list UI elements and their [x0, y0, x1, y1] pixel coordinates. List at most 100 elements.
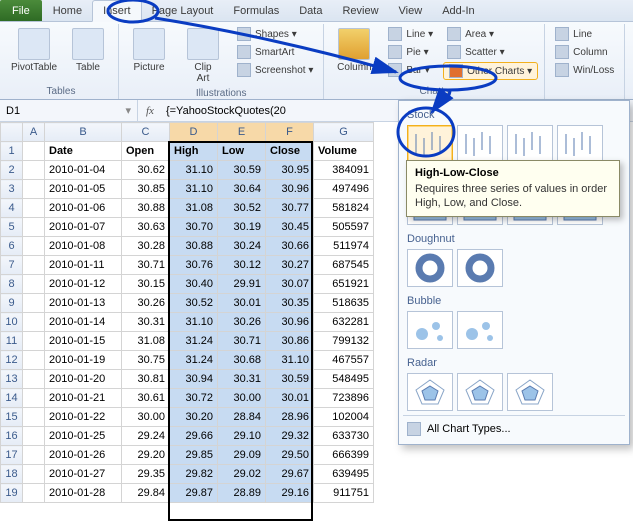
cell[interactable]: 30.52: [218, 199, 266, 218]
cell[interactable]: [23, 142, 45, 161]
cell[interactable]: 2010-01-22: [45, 408, 122, 427]
cell[interactable]: 30.19: [218, 218, 266, 237]
cell[interactable]: 687545: [314, 256, 374, 275]
pivottable-button[interactable]: PivotTable: [10, 26, 58, 75]
clipart-button[interactable]: Clip Art: [179, 26, 227, 86]
cell[interactable]: 30.27: [266, 256, 314, 275]
cell[interactable]: 548495: [314, 370, 374, 389]
cell[interactable]: 30.20: [170, 408, 218, 427]
cell[interactable]: 467557: [314, 351, 374, 370]
cell[interactable]: Open: [122, 142, 170, 161]
row-header[interactable]: 17: [1, 446, 23, 465]
gallery-item-stock-vhlc[interactable]: [507, 125, 553, 163]
cell[interactable]: 30.24: [218, 237, 266, 256]
cell[interactable]: 30.35: [266, 294, 314, 313]
cell[interactable]: 30.96: [266, 313, 314, 332]
cell[interactable]: 30.01: [218, 294, 266, 313]
table-button[interactable]: Table: [64, 26, 112, 75]
cell[interactable]: [23, 427, 45, 446]
cell[interactable]: 30.59: [266, 370, 314, 389]
cell[interactable]: 30.66: [266, 237, 314, 256]
screenshot-button[interactable]: Screenshot ▾: [233, 62, 317, 78]
cell[interactable]: 2010-01-21: [45, 389, 122, 408]
cell[interactable]: 30.71: [122, 256, 170, 275]
cell[interactable]: 29.32: [266, 427, 314, 446]
row-header[interactable]: 7: [1, 256, 23, 275]
cell[interactable]: Date: [45, 142, 122, 161]
row-header[interactable]: 19: [1, 484, 23, 503]
cell[interactable]: 29.09: [218, 446, 266, 465]
cell[interactable]: 30.00: [122, 408, 170, 427]
cell[interactable]: 911751: [314, 484, 374, 503]
tab-insert[interactable]: Insert: [92, 0, 142, 22]
cell[interactable]: 29.50: [266, 446, 314, 465]
cell[interactable]: 30.62: [122, 161, 170, 180]
column-chart-button[interactable]: Column: [330, 26, 378, 75]
cell[interactable]: [23, 370, 45, 389]
row-header[interactable]: 4: [1, 199, 23, 218]
pie-chart-button[interactable]: Pie ▾: [384, 44, 437, 60]
name-box[interactable]: D1 ▾: [0, 100, 138, 121]
cell[interactable]: [23, 389, 45, 408]
tab-data[interactable]: Data: [289, 0, 332, 21]
cell[interactable]: 632281: [314, 313, 374, 332]
cell[interactable]: 30.64: [218, 180, 266, 199]
cell[interactable]: [23, 275, 45, 294]
cell[interactable]: 30.70: [170, 218, 218, 237]
cell[interactable]: 2010-01-11: [45, 256, 122, 275]
cell[interactable]: [23, 294, 45, 313]
picture-button[interactable]: Picture: [125, 26, 173, 75]
tab-file[interactable]: File: [0, 0, 42, 21]
cell[interactable]: [23, 256, 45, 275]
cell[interactable]: 29.67: [266, 465, 314, 484]
cell[interactable]: 30.52: [170, 294, 218, 313]
cell[interactable]: 29.16: [266, 484, 314, 503]
cell[interactable]: 28.96: [266, 408, 314, 427]
cell[interactable]: 30.59: [218, 161, 266, 180]
cell[interactable]: 2010-01-13: [45, 294, 122, 313]
row-header[interactable]: 2: [1, 161, 23, 180]
sparkline-winloss-button[interactable]: Win/Loss: [551, 62, 618, 78]
cell[interactable]: [23, 313, 45, 332]
gallery-item-stock-hlc[interactable]: [407, 125, 453, 163]
cell[interactable]: [23, 351, 45, 370]
cell[interactable]: 31.24: [170, 351, 218, 370]
cell[interactable]: 505597: [314, 218, 374, 237]
cell[interactable]: 518635: [314, 294, 374, 313]
scatter-chart-button[interactable]: Scatter ▾: [443, 44, 538, 60]
cell[interactable]: 2010-01-12: [45, 275, 122, 294]
cell[interactable]: 30.15: [122, 275, 170, 294]
cell[interactable]: 31.08: [170, 199, 218, 218]
cell[interactable]: 30.40: [170, 275, 218, 294]
cell[interactable]: High: [170, 142, 218, 161]
cell[interactable]: 31.10: [266, 351, 314, 370]
cell[interactable]: [23, 161, 45, 180]
tab-review[interactable]: Review: [332, 0, 388, 21]
row-header[interactable]: 11: [1, 332, 23, 351]
cell[interactable]: [23, 465, 45, 484]
cell[interactable]: 30.63: [122, 218, 170, 237]
row-header[interactable]: 15: [1, 408, 23, 427]
cell[interactable]: 30.88: [122, 199, 170, 218]
cell[interactable]: 31.10: [170, 313, 218, 332]
cell[interactable]: 30.31: [122, 313, 170, 332]
cell[interactable]: 29.85: [170, 446, 218, 465]
cell[interactable]: 2010-01-05: [45, 180, 122, 199]
area-chart-button[interactable]: Area ▾: [443, 26, 538, 42]
cell[interactable]: 30.86: [266, 332, 314, 351]
cell[interactable]: 2010-01-27: [45, 465, 122, 484]
gallery-item-bubble[interactable]: [407, 311, 453, 349]
row-header[interactable]: 12: [1, 351, 23, 370]
cell[interactable]: [23, 484, 45, 503]
fx-icon[interactable]: fx: [138, 105, 162, 117]
gallery-item-radar-filled[interactable]: [507, 373, 553, 411]
cell[interactable]: 30.12: [218, 256, 266, 275]
cell[interactable]: 30.94: [170, 370, 218, 389]
cell[interactable]: 30.81: [122, 370, 170, 389]
sparkline-line-button[interactable]: Line: [551, 26, 618, 42]
cell[interactable]: Volume: [314, 142, 374, 161]
tab-view[interactable]: View: [389, 0, 433, 21]
cell[interactable]: 30.28: [122, 237, 170, 256]
cell[interactable]: 2010-01-15: [45, 332, 122, 351]
cell[interactable]: [23, 332, 45, 351]
